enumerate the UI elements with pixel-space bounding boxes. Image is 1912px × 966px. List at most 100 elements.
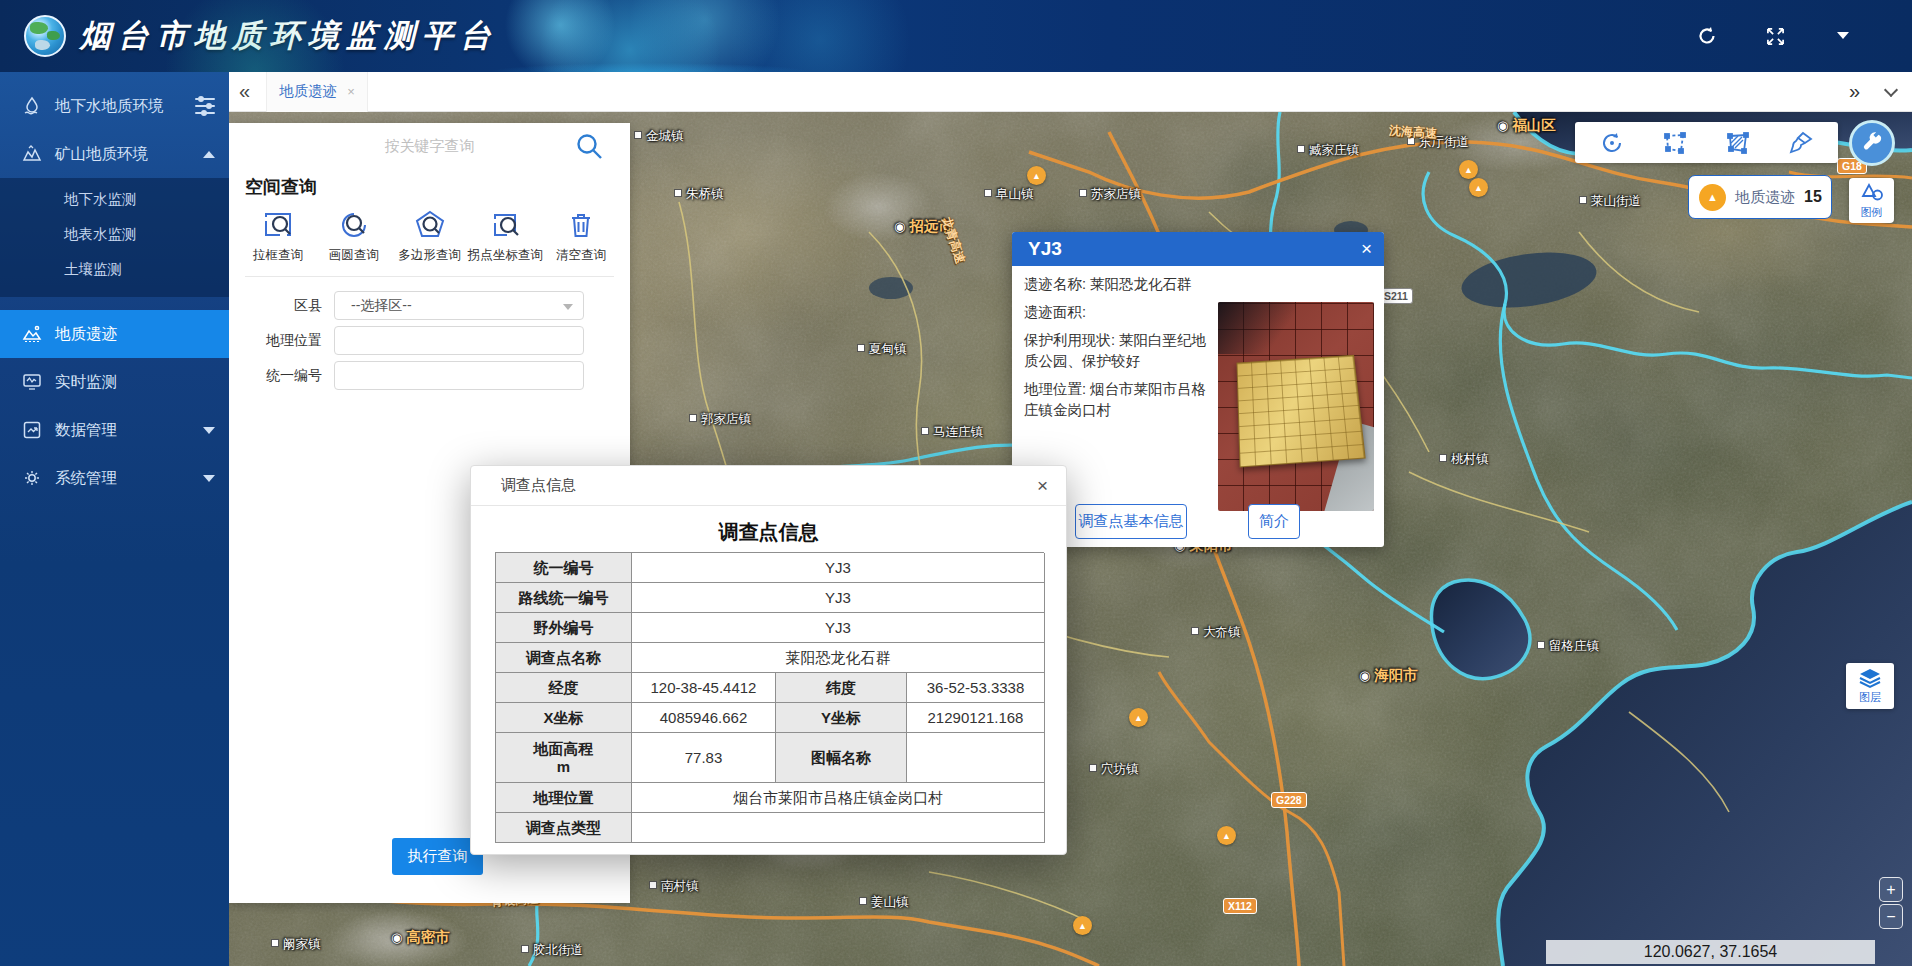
polygon-hatch-icon[interactable] [1724,129,1752,157]
search-icon[interactable] [574,131,604,165]
tab-label: 地质遗迹 [279,82,337,101]
refresh-icon[interactable] [1696,25,1718,47]
coordinates-readout: 120.0627, 37.1654 [1546,940,1875,964]
table-header-cell: 调查点类型 [496,813,632,843]
popup-close-icon[interactable]: × [1361,238,1372,260]
heritage-marker[interactable]: ▲ [1129,708,1148,727]
sidebar-submenu: 地下水监测 地表水监测 土壤监测 [0,178,229,297]
table-value-cell: 21290121.168 [907,703,1045,733]
table-header-cell: Y坐标 [776,703,907,733]
survey-info-table: 统一编号 YJ3 路线统一编号 YJ3 野外编号 YJ3 调查点名称 莱阳恐龙化… [495,552,1044,843]
table-value-cell: 36-52-53.3338 [907,673,1045,703]
zoom-in-button[interactable]: + [1879,877,1903,902]
map-toolbar [1575,122,1838,163]
polygon-query-tool[interactable]: 多边形查询 [393,207,467,264]
query-form: 区县 --选择区-- 地理位置 统一编号 [229,291,630,390]
sidebar-nav: 地下水地质环境 矿山地质环境 地下水监测 地表水监测 土壤监测 地质遗迹 实时监… [0,72,229,966]
location-input[interactable] [334,326,584,355]
table-value-cell: YJ3 [632,613,1045,643]
road-badge: X112 [1223,898,1257,914]
uid-input[interactable] [334,361,584,390]
table-header-cell: 统一编号 [496,553,632,583]
collapse-tabs-icon[interactable]: « [239,80,250,103]
dialog-close-icon[interactable]: × [1037,475,1048,497]
heritage-badge-count: 15 [1804,188,1822,206]
sidebar-item-mine-env[interactable]: 矿山地质环境 [0,130,229,178]
zoom-out-button[interactable]: − [1879,904,1903,929]
clear-query-tool[interactable]: 清空查询 [544,207,618,264]
heritage-marker[interactable]: ▲ [1459,160,1478,179]
circle-query-tool[interactable]: 画圆查询 [317,207,391,264]
table-header-cell: 图幅名称 [776,733,907,783]
vertex-query-tool[interactable]: 拐点坐标查询 [468,207,542,264]
sidebar-item-geoheritage[interactable]: 地质遗迹 [0,310,229,358]
keyword-search[interactable]: 按关键字查询 [229,123,630,169]
clear-brush-icon[interactable] [1787,129,1815,157]
heritage-marker[interactable]: ▲ [1027,166,1046,185]
sidebar-item-label: 系统管理 [55,468,117,489]
popup-field: 遗迹面积: [1024,302,1216,323]
table-header-cell: 纬度 [776,673,907,703]
history-rotate-icon[interactable] [1598,129,1626,157]
caret-down-icon [203,427,215,434]
expand-tabs-icon[interactable]: » [1849,80,1860,103]
fullscreen-icon[interactable] [1764,25,1786,47]
box-query-tool[interactable]: 拉框查询 [241,207,315,264]
survey-info-button[interactable]: 调查点基本信息 [1075,504,1187,539]
map-label: 苏家店镇 [1079,186,1141,203]
sidebar-item-soil-monitor[interactable]: 土壤监测 [0,252,229,287]
caret-down-icon [203,475,215,482]
sidebar-item-data-management[interactable]: 数据管理 [0,406,229,454]
district-select[interactable]: --选择区-- [334,291,584,320]
sidebar-item-label: 地下水地质环境 [55,96,164,117]
popup-field: 遗迹名称: 莱阳恐龙化石群 [1024,274,1216,295]
map-label: 阚家镇 [271,936,321,953]
map-label: 留格庄镇 [1537,638,1599,655]
sidebar-item-groundwater-env[interactable]: 地下水地质环境 [0,82,229,130]
map-label: 南村镇 [649,878,699,895]
table-value-cell: 77.83 [632,733,776,783]
sidebar-item-system-management[interactable]: 系统管理 [0,454,229,502]
sidebar-item-label: 地下水监测 [64,190,137,209]
tab-close-icon[interactable]: × [347,84,355,99]
map-tools-toggle-button[interactable] [1849,120,1895,166]
dialog-title: 调查点信息 [501,476,576,495]
popup-body: 遗迹名称: 莱阳恐龙化石群 遗迹面积: 保护利用现状: 莱阳白垩纪地质公园、保护… [1012,266,1384,547]
tab-list-caret-icon[interactable] [1884,82,1898,96]
tool-label: 拐点坐标查询 [468,247,543,264]
heritage-badge-icon: ▲ [1699,184,1726,211]
site-photo[interactable] [1218,302,1374,511]
layers-button-label: 图层 [1859,690,1881,705]
map-label: 郭家店镇 [689,411,751,428]
layers-button[interactable]: 图层 [1846,663,1894,709]
heritage-count-badge[interactable]: ▲ 地质遗迹 15 [1688,175,1832,219]
photo-plaque [1236,355,1365,468]
heritage-marker[interactable]: ▲ [1469,178,1488,197]
map-label: 阜山镇 [984,186,1034,203]
table-header-cell: 经度 [496,673,632,703]
sidebar-item-surfacewater-monitor[interactable]: 地表水监测 [0,217,229,252]
heritage-marker[interactable]: ▲ [1217,826,1236,845]
map-label: 马连庄镇 [921,424,983,441]
table-header-cell: X坐标 [496,703,632,733]
collapse-menu-icon[interactable] [195,98,215,114]
heritage-marker[interactable]: ▲ [1073,916,1092,935]
heritage-badge-label: 地质遗迹 [1735,188,1795,207]
intro-button[interactable]: 简介 [1248,504,1300,539]
sidebar-item-realtime-monitor[interactable]: 实时监测 [0,358,229,406]
map-label: 姜山镇 [859,894,909,911]
table-value-cell: 莱阳恐龙化石群 [632,643,1045,673]
user-menu-caret-icon[interactable] [1832,25,1854,47]
table-value-cell: YJ3 [632,583,1045,613]
table-header-cell: 调查点名称 [496,643,632,673]
legend-button[interactable]: 图例 [1849,178,1894,223]
app-logo [24,15,66,57]
table-value-cell [632,813,1045,843]
map-city-label: 海阳市 [1359,666,1418,685]
tab-geoheritage[interactable]: 地质遗迹 × [266,72,368,112]
sidebar-item-groundwater-monitor[interactable]: 地下水监测 [0,182,229,217]
photo-shadow [1218,302,1296,354]
caret-up-icon [203,151,215,158]
vertex-query-icon [489,207,521,243]
polygon-select-icon[interactable] [1661,129,1689,157]
